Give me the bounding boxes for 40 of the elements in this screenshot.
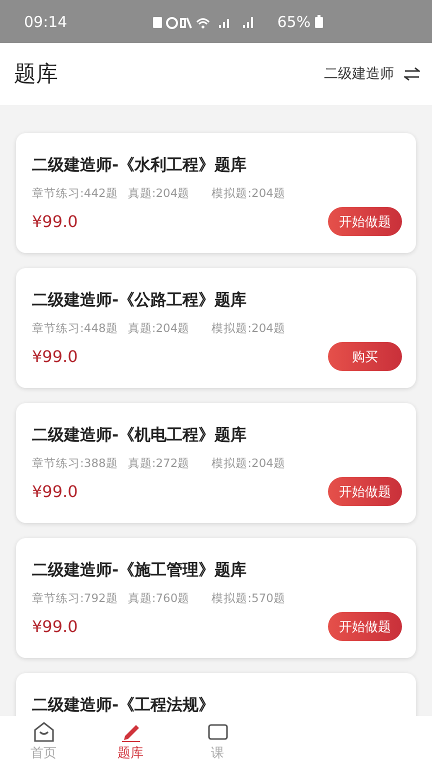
category-selector[interactable]: 二级建造师 <box>324 65 420 83</box>
question-count: 模拟题:204题 <box>212 456 286 471</box>
battery-level: 65% <box>277 12 311 30</box>
question-count: 模拟题:570题 <box>212 591 286 606</box>
bank-title: 二级建造师-《施工管理》题库 <box>32 560 248 581</box>
action-button[interactable]: 开始做题 <box>328 207 402 236</box>
bank-title: 二级建造师-《公路工程》题库 <box>32 290 248 311</box>
price: ¥99.0 <box>32 347 78 366</box>
question-count: 模拟题:204题 <box>212 186 286 201</box>
action-button[interactable]: 开始做题 <box>328 477 402 506</box>
home-icon <box>32 722 54 742</box>
page-title: 题库 <box>14 61 58 89</box>
price: ¥99.0 <box>32 212 78 231</box>
bank-title: 二级建造师-《机电工程》题库 <box>32 425 248 446</box>
price: ¥99.0 <box>32 482 78 501</box>
question-count: 模拟题:204题 <box>212 321 286 336</box>
question-count: 章节练习:442题 <box>32 186 118 201</box>
swap-icon <box>404 67 420 81</box>
question-count: 真题:204题 <box>128 186 190 201</box>
pencil-icon <box>120 722 142 742</box>
question-bank-card[interactable]: 二级建造师-《工程法规》 <box>16 673 416 716</box>
status-time: 09:14 <box>24 12 68 30</box>
price: ¥99.0 <box>32 617 78 636</box>
bank-title: 二级建造师-《工程法规》 <box>32 695 216 716</box>
question-count: 真题:272题 <box>128 456 190 471</box>
action-button[interactable]: 购买 <box>328 342 402 371</box>
battery-icon <box>314 15 323 28</box>
action-button[interactable]: 开始做题 <box>328 612 402 641</box>
screen-icon <box>206 722 228 742</box>
bank-title: 二级建造师-《水利工程》题库 <box>32 155 248 176</box>
question-count: 章节练习:792题 <box>32 591 118 606</box>
question-bank-card[interactable]: 二级建造师-《施工管理》题库 章节练习:792题 真题:760题 模拟题:570题 ¥99.0 开始做题 <box>16 538 416 658</box>
question-bank-card[interactable]: 二级建造师-《机电工程》题库 章节练习:388题 真题:272题 模拟题:204题 ¥99.0 开始做题 <box>16 403 416 523</box>
question-count: 章节练习:448题 <box>32 321 118 336</box>
tab-item[interactable]: 题库 <box>87 716 174 768</box>
question-count: 真题:760题 <box>128 591 190 606</box>
question-bank-card[interactable]: 二级建造师-《水利工程》题库 章节练习:442题 真题:204题 模拟题:204题 ¥99.0 开始做题 <box>16 133 416 253</box>
question-count: 真题:204题 <box>128 321 190 336</box>
question-count: 章节练习:388题 <box>32 456 118 471</box>
question-bank-card[interactable]: 二级建造师-《公路工程》题库 章节练习:448题 真题:204题 模拟题:204题 ¥99.0 购买 <box>16 268 416 388</box>
